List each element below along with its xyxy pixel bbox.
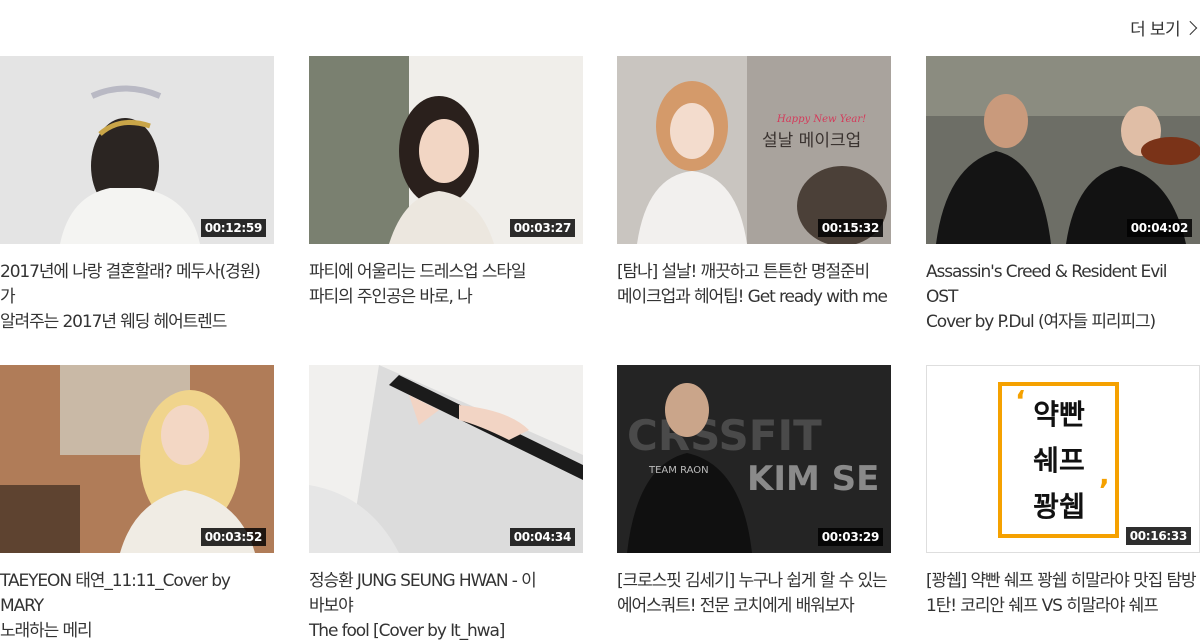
- thumbnail-image: 약빤 쉐프 꽝쉡 ‘ ,: [927, 366, 1199, 552]
- video-card[interactable]: 00:03:27 파티에 어울리는 드레스업 스타일 파티의 주인공은 바로, …: [309, 56, 583, 310]
- video-card[interactable]: CRSSFIT KIM SE KI TEAM RAON 00:03:29 [크로…: [617, 365, 891, 619]
- more-link[interactable]: 더 보기: [1130, 15, 1198, 40]
- thumbnail-image: [309, 56, 583, 244]
- video-thumbnail[interactable]: 00:12:59: [0, 56, 274, 244]
- video-title[interactable]: [꽝쉡] 약빤 쉐프 꽝쉡 히말라야 맛집 탐방 1탄! 코리안 쉐프 VS 히…: [926, 569, 1200, 619]
- video-title[interactable]: 파티에 어울리는 드레스업 스타일 파티의 주인공은 바로, 나: [309, 260, 583, 310]
- duration-badge: 00:16:33: [1125, 527, 1191, 545]
- overlay-title: 설날 메이크업: [762, 131, 861, 151]
- video-card[interactable]: 00:03:52 TAEYEON 태연_11:11_Cover by MARY …: [0, 365, 274, 644]
- duration-badge: 00:03:52: [200, 528, 266, 546]
- svg-text:‘: ‘: [1015, 384, 1026, 417]
- overlay-subtitle: Happy New Year!: [776, 114, 866, 125]
- svg-text:,: ,: [1099, 458, 1110, 491]
- duration-badge: 00:15:32: [817, 219, 883, 237]
- video-card[interactable]: 00:04:34 정승환 JUNG SEUNG HWAN - 이 바보야 The…: [309, 365, 583, 644]
- video-title[interactable]: TAEYEON 태연_11:11_Cover by MARY 노래하는 메리: [0, 569, 274, 644]
- duration-badge: 00:12:59: [200, 219, 266, 237]
- thumbnail-image: [0, 56, 274, 244]
- thumbnail-image: [926, 56, 1200, 244]
- shirt-text: TEAM RAON: [648, 465, 709, 476]
- video-title[interactable]: [크로스핏 김세기] 누구나 쉽게 할 수 있는 에어스쿼트! 전문 코치에게 …: [617, 569, 891, 619]
- logo-line-1: 약빤: [1033, 398, 1085, 431]
- duration-badge: 00:04:02: [1126, 219, 1192, 237]
- video-thumbnail[interactable]: 00:04:34: [309, 365, 583, 553]
- video-thumbnail[interactable]: 00:04:02: [926, 56, 1200, 244]
- thumbnail-image: [0, 365, 274, 553]
- overlay-name-text: KIM SE KI: [747, 459, 891, 499]
- video-thumbnail[interactable]: Happy New Year! 설날 메이크업 00:15:32: [617, 56, 891, 244]
- duration-badge: 00:04:34: [509, 528, 575, 546]
- video-thumbnail[interactable]: CRSSFIT KIM SE KI TEAM RAON 00:03:29: [617, 365, 891, 553]
- logo-line-3: 꽝쉡: [1033, 490, 1085, 523]
- thumbnail-image: Happy New Year! 설날 메이크업: [617, 56, 891, 244]
- video-card[interactable]: 00:12:59 2017년에 나랑 결혼할래? 메두사(경원)가 알려주는 2…: [0, 56, 274, 335]
- overlay-bg-text: CRSSFIT: [627, 411, 822, 460]
- video-title[interactable]: [탐나] 설날! 깨끗하고 튼튼한 명절준비 메이크업과 헤어팁! Get re…: [617, 260, 891, 310]
- thumbnail-image: [309, 365, 583, 553]
- thumbnail-image: CRSSFIT KIM SE KI TEAM RAON: [617, 365, 891, 553]
- logo-line-2: 쉐프: [1033, 444, 1085, 477]
- video-title[interactable]: Assassin's Creed & Resident Evil OST Cov…: [926, 260, 1200, 335]
- video-thumbnail[interactable]: 00:03:52: [0, 365, 274, 553]
- video-card[interactable]: 00:04:02 Assassin's Creed & Resident Evi…: [926, 56, 1200, 335]
- more-label: 더 보기: [1130, 20, 1181, 40]
- duration-badge: 00:03:27: [509, 219, 575, 237]
- duration-badge: 00:03:29: [817, 528, 883, 546]
- chevron-right-icon: [1183, 20, 1198, 35]
- video-card[interactable]: Happy New Year! 설날 메이크업 00:15:32 [탐나] 설날…: [617, 56, 891, 310]
- video-title[interactable]: 정승환 JUNG SEUNG HWAN - 이 바보야 The fool [Co…: [309, 569, 583, 644]
- video-thumbnail[interactable]: 00:03:27: [309, 56, 583, 244]
- video-thumbnail[interactable]: 약빤 쉐프 꽝쉡 ‘ , 00:16:33: [926, 365, 1200, 553]
- video-title[interactable]: 2017년에 나랑 결혼할래? 메두사(경원)가 알려주는 2017년 웨딩 헤…: [0, 260, 274, 335]
- video-card[interactable]: 약빤 쉐프 꽝쉡 ‘ , 00:16:33 [꽝쉡] 약빤 쉐프 꽝쉡 히말라야…: [926, 365, 1200, 619]
